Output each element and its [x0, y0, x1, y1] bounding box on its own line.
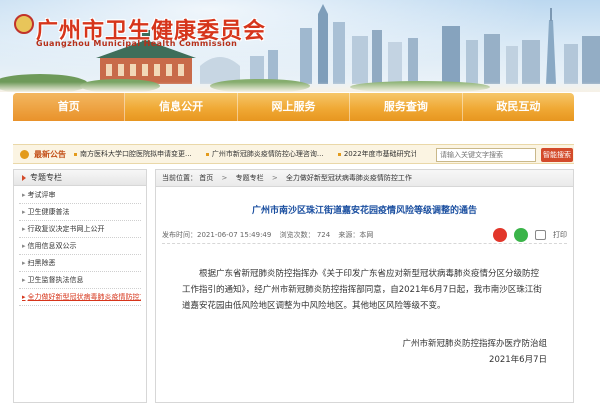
publish-time: 发布时间：2021-06-07 15:49:49 — [162, 231, 272, 239]
sidebar-item-review[interactable]: ▸ 行政复议决定书网上公开 — [19, 221, 141, 238]
bullet-icon — [205, 152, 209, 156]
search-input[interactable] — [436, 148, 536, 162]
sidebar-item-covid[interactable]: ▸ 全力做好新型冠状病毒肺炎疫情防控工作 — [19, 289, 141, 306]
bullet-icon: ▸ — [22, 259, 26, 267]
sidebar-item-label: 全力做好新型冠状病毒肺炎疫情防控工作 — [27, 293, 141, 301]
article-meta: 发布时间：2021-06-07 15:49:49 浏览次数： 724 来源：本网… — [162, 227, 567, 244]
breadcrumb-prefix: 当前位置： — [162, 174, 197, 182]
notice-label: 最新公告 — [34, 150, 66, 159]
nav-item-service-query[interactable]: 服务查询 — [350, 93, 463, 121]
notice-item[interactable]: 2022年度市基础研究计划基础... — [337, 150, 416, 158]
article-title: 广州市南沙区珠江街道嘉安花园疫情风险等级调整的通告 — [251, 206, 477, 216]
arrow-right-icon — [22, 174, 26, 181]
breadcrumb: 当前位置： 首页 > 专题专栏 > 全力做好新型冠状病毒肺炎疫情防控工作 — [156, 170, 573, 187]
notice-item-text[interactable]: 南方医科大学口腔医院拟申请变更... — [80, 150, 192, 158]
bullet-icon: ▸ — [22, 208, 26, 216]
share-tools: 打印 — [491, 224, 567, 242]
signoff-org: 广州市新冠肺炎防控指挥办医疗防治组 — [402, 339, 547, 349]
sidebar-item-label: 卫生监督执法信息 — [27, 276, 84, 284]
weibo-icon[interactable] — [492, 227, 507, 242]
print-label[interactable]: 打印 — [553, 231, 567, 239]
bullet-icon: ▸ — [22, 293, 26, 301]
sidebar-item-supervision[interactable]: ▸ 卫生监督执法信息 — [19, 272, 141, 289]
sidebar: 专题专栏 ▸ 考试评审 ▸ 卫生健康普法 ▸ 行政复议决定书网上公开 ▸ 信用信息双公示… — [13, 169, 147, 403]
search-button[interactable]: 智能搜索 — [541, 148, 573, 162]
bullet-icon — [74, 152, 77, 156]
nav-item-interaction[interactable]: 政民互动 — [463, 93, 574, 121]
sidebar-title: 专题专栏 — [30, 173, 62, 182]
article-body: 根据广东省新冠肺炎防控指挥办《关于印发广东省应对新型冠状病毒肺炎疫情分区分级防控… — [182, 269, 542, 311]
source: 来源：本网 — [338, 231, 374, 239]
breadcrumb-current[interactable]: 全力做好新型冠状病毒肺炎疫情防控工作 — [286, 174, 412, 182]
sidebar-item-exam[interactable]: ▸ 考试评审 — [19, 187, 141, 204]
sidebar-item-label: 卫生健康普法 — [27, 208, 70, 216]
banner-fade — [0, 82, 600, 92]
wechat-icon[interactable] — [513, 227, 528, 242]
site-subtitle: Guangzhou Municipal Health Commission — [36, 39, 238, 48]
nav-item-online-service[interactable]: 网上服务 — [238, 93, 351, 121]
bullet-icon — [337, 152, 341, 156]
print-icon[interactable] — [534, 229, 546, 240]
meta-text: 发布时间：2021-06-07 15:49:49 浏览次数： 724 来源：本网 — [162, 230, 379, 240]
breadcrumb-separator: > — [221, 174, 228, 182]
bullet-icon: ▸ — [22, 242, 26, 250]
bullet-icon: ▸ — [22, 225, 26, 233]
bullet-icon: ▸ — [22, 191, 26, 199]
notice-item-text[interactable]: 2022年度市基础研究计划基础... — [344, 150, 416, 158]
nav-item-home[interactable]: 首页 — [13, 93, 126, 121]
sidebar-item-label: 信用信息双公示 — [27, 242, 77, 250]
article-signoff: 广州市新冠肺炎防控指挥办医疗防治组 2021年6月7日 — [402, 336, 547, 368]
sidebar-item-credit[interactable]: ▸ 信用信息双公示 — [19, 238, 141, 255]
notice-item[interactable]: 南方医科大学口腔医院拟申请变更... — [74, 150, 192, 158]
sidebar-item-label: 行政复议决定书网上公开 — [27, 225, 105, 233]
notice-ticker: 南方医科大学口腔医院拟申请变更... 广州市新冠肺炎疫情防控心理咨询... 20… — [74, 149, 416, 161]
notice-item-text[interactable]: 广州市新冠肺炎疫情防控心理咨询... — [212, 150, 324, 158]
bullet-icon: ▸ — [22, 276, 26, 284]
site-banner: 广州市卫生健康委员会 Guangzhou Municipal Health Co… — [0, 0, 600, 92]
sidebar-item-label: 扫黑除恶 — [27, 259, 56, 267]
sidebar-header: 专题专栏 — [14, 170, 146, 186]
nav-item-info-public[interactable]: 信息公开 — [125, 93, 238, 121]
breadcrumb-separator: > — [271, 174, 278, 182]
notice-item[interactable]: 广州市新冠肺炎疫情防控心理咨询... — [205, 150, 324, 158]
view-count: 浏览次数： 724 — [279, 231, 331, 239]
sidebar-list: ▸ 考试评审 ▸ 卫生健康普法 ▸ 行政复议决定书网上公开 ▸ 信用信息双公示 ▸ 扫黑除… — [14, 186, 146, 306]
signoff-date: 2021年6月7日 — [489, 355, 547, 365]
breadcrumb-topic[interactable]: 专题专栏 — [236, 174, 264, 182]
emblem-icon — [14, 14, 34, 34]
sidebar-item-law[interactable]: ▸ 卫生健康普法 — [19, 204, 141, 221]
sidebar-item-label: 考试评审 — [27, 191, 56, 199]
main-nav: 首页 信息公开 网上服务 服务查询 政民互动 — [13, 93, 574, 121]
sidebar-item-crime[interactable]: ▸ 扫黑除恶 — [19, 255, 141, 272]
breadcrumb-home[interactable]: 首页 — [199, 174, 213, 182]
article-panel: 当前位置： 首页 > 专题专栏 > 全力做好新型冠状病毒肺炎疫情防控工作 广州市… — [155, 169, 574, 403]
notice-bar: 最新公告 南方医科大学口腔医院拟申请变更... 广州市新冠肺炎疫情防控心理咨询.… — [13, 144, 574, 164]
notice-icon — [20, 150, 29, 159]
